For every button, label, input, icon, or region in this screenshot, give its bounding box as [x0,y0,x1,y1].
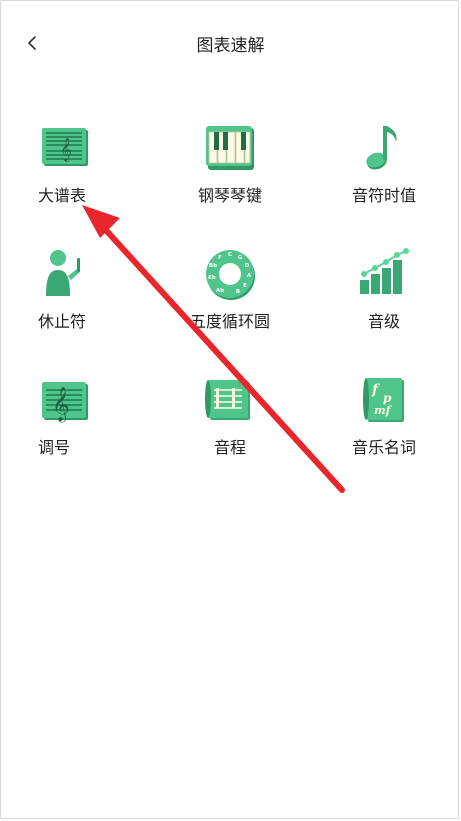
grid-item-label: 五度循环圆 [189,312,270,331]
person-rest-icon [46,250,80,296]
circle-letter: C [228,252,232,258]
circle-letter: Ab [216,288,224,294]
grid-item-label: 钢琴琴键 [197,186,262,205]
circle-letter: Bb [209,263,217,269]
grid-item-grand-staff[interactable]: 𝄞 大谱表 [0,120,153,214]
grid-item-rests[interactable]: 休止符 [0,246,153,340]
grid-item-key-signatures[interactable]: 𝄞 调号 [0,372,153,466]
treble-clef-staff-icon: 𝄞 [42,382,88,423]
circle-letter: F [218,255,222,261]
circle-letter: Eb [208,275,216,281]
header-bar: 图表速解 [0,0,461,84]
scroll-staff-icon [205,380,250,420]
grid-item-musical-terms[interactable]: f p mf 音乐名词 [307,372,461,466]
grid-item-label: 音乐名词 [351,438,416,457]
grid-item-label: 音程 [213,438,246,457]
grand-staff-icon: 𝄞 [42,128,88,166]
grid-item-label: 音符时值 [351,186,416,205]
svg-text:𝄞: 𝄞 [60,137,72,162]
grid-item-intervals[interactable]: 音程 [153,372,307,466]
grid-item-scale-degrees[interactable]: 音级 [307,246,461,340]
circle-letter: G [238,255,243,261]
svg-text:𝄞: 𝄞 [52,387,70,423]
dynamic-mark: mf [374,404,393,417]
page-title: 图表速解 [196,36,265,56]
circle-letter: B [236,289,240,295]
grid-item-note-values[interactable]: 音符时值 [307,120,461,214]
chart-grid: 𝄞 大谱表 钢琴琴键 音符时值 休止符 C G D A E B F Bb Eb … [0,120,461,466]
grid-item-label: 休止符 [38,312,87,331]
circle-letter: D [245,263,250,269]
grid-item-circle-of-fifths[interactable]: C G D A E B F Bb Eb Ab 五度循环圆 [153,246,307,340]
circle-of-fifths-icon: C G D A E B F Bb Eb Ab [206,250,255,300]
circle-letter: E [243,283,247,289]
music-note-icon [366,126,397,170]
bar-steps-icon [360,248,409,294]
circle-letter: A [247,273,252,279]
grid-item-label: 大谱表 [38,186,87,205]
grid-item-label: 音级 [367,312,400,331]
piano-keys-icon [206,126,254,170]
grid-item-piano-keys[interactable]: 钢琴琴键 [153,120,307,214]
dynamic-mark: p [383,391,392,405]
grid-item-label: 调号 [38,438,71,457]
dynamics-scroll-icon: f p mf [363,378,404,422]
